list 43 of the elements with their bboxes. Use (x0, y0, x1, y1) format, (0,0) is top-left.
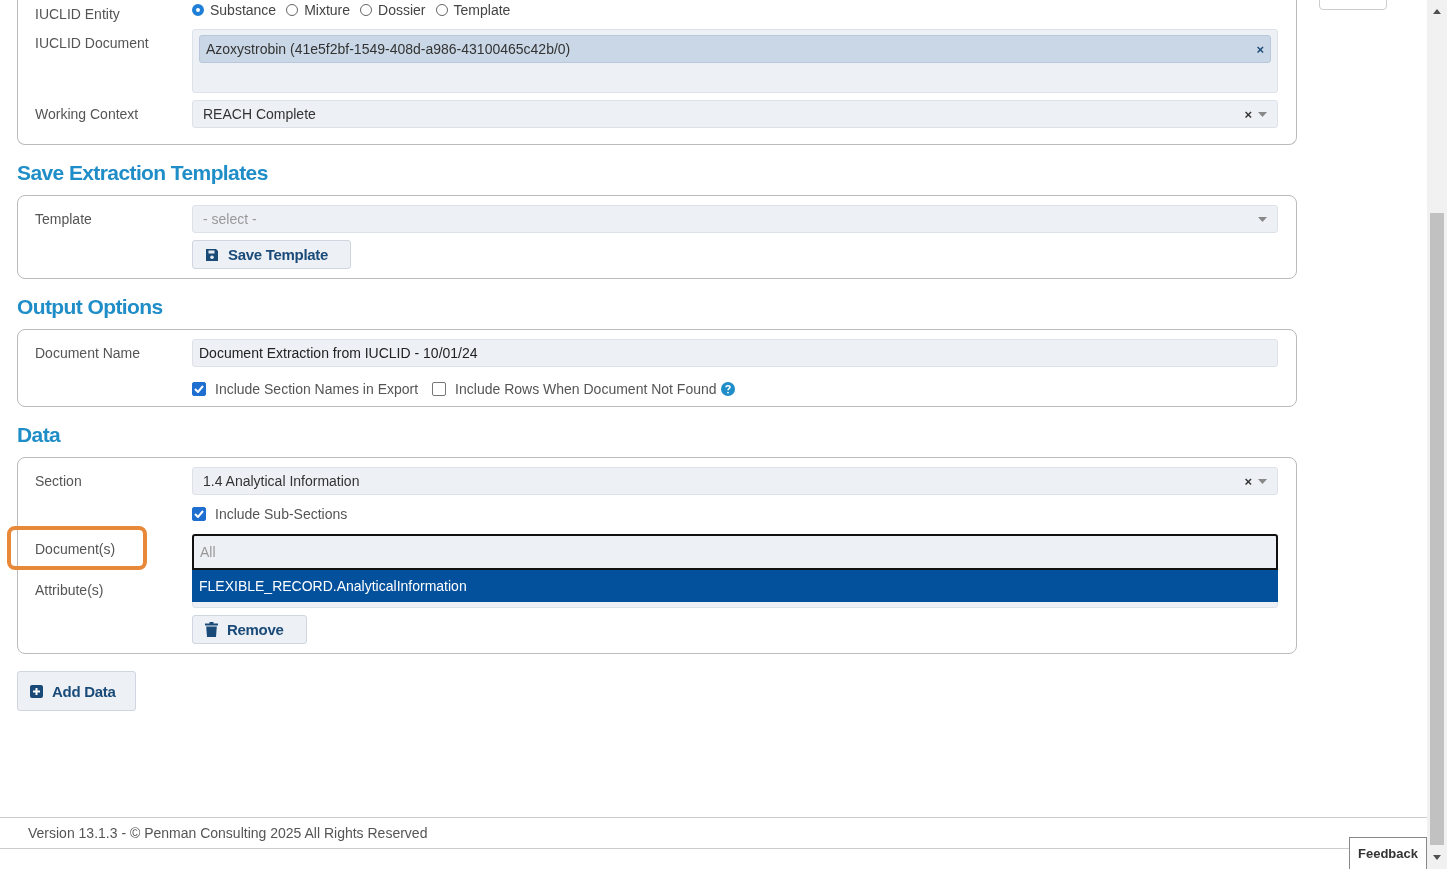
radio-label: Template (453, 2, 511, 18)
checkbox-label: Include Section Names in Export (215, 381, 419, 397)
radio-label: Dossier (378, 2, 426, 18)
tag-text: Azoxystrobin (41e5f2bf-1549-408d-a986-43100465c42b/0) (206, 41, 571, 57)
radio-label: Mixture (304, 2, 351, 18)
field-label: Attribute(s) (35, 581, 105, 598)
help-icon[interactable] (720, 382, 735, 396)
dropdown-option[interactable]: FLEXIBLE_RECORD.AnalyticalInformation (192, 570, 1278, 602)
field-label: Document Name (35, 344, 142, 361)
checkbox-label: Include Rows When Document Not Found (455, 381, 717, 397)
section-heading: Data (17, 423, 62, 447)
clear-button[interactable]: × (1244, 106, 1252, 122)
trash-icon (205, 622, 218, 637)
checkbox[interactable] (432, 382, 447, 396)
radio-label: Substance (210, 2, 277, 18)
caret-icon (1258, 478, 1267, 484)
remove-button[interactable]: Remove (192, 615, 307, 644)
field-label: Template (35, 210, 93, 227)
caret-icon (1258, 111, 1267, 117)
radio-button[interactable] (192, 4, 204, 16)
add-data-button[interactable]: Add Data (17, 671, 137, 711)
checkbox[interactable] (192, 382, 206, 396)
field-label: Working Context (35, 105, 140, 122)
select-field[interactable]: REACH Complete × (192, 100, 1278, 128)
caret-icon (1258, 216, 1267, 222)
select-field[interactable]: 1.4 Analytical Information × (192, 467, 1278, 495)
multi-select-field[interactable]: Azoxystrobin (41e5f2bf-1549-408d-a986-43100465c42b/0) × (192, 29, 1278, 93)
copyright-text: Version 13.1.3 - © Penman Consulting 2025 All Rights Reserved (28, 825, 428, 841)
section-heading: Save Extraction Templates (17, 161, 269, 185)
clear-button[interactable]: × (1244, 473, 1252, 489)
remove-tag-button[interactable]: × (1256, 41, 1264, 57)
document-name-field[interactable]: Document Extraction from IUCLID - 10/01/24 (192, 339, 1278, 367)
section-heading: Output Options (17, 295, 164, 319)
field-label: IUCLID Document (35, 34, 150, 51)
checkbox-label: Include Sub-Sections (215, 506, 348, 522)
field-label: IUCLID Entity (35, 5, 121, 22)
field-label: Document(s) (35, 540, 117, 557)
search-field[interactable]: All (192, 534, 1278, 570)
checkbox[interactable] (192, 507, 206, 521)
feedback-button[interactable]: Feedback (1349, 837, 1427, 869)
plus-square-icon (30, 684, 43, 698)
field-label: Section (35, 472, 83, 489)
save-template-button[interactable]: Save Template (192, 240, 352, 269)
